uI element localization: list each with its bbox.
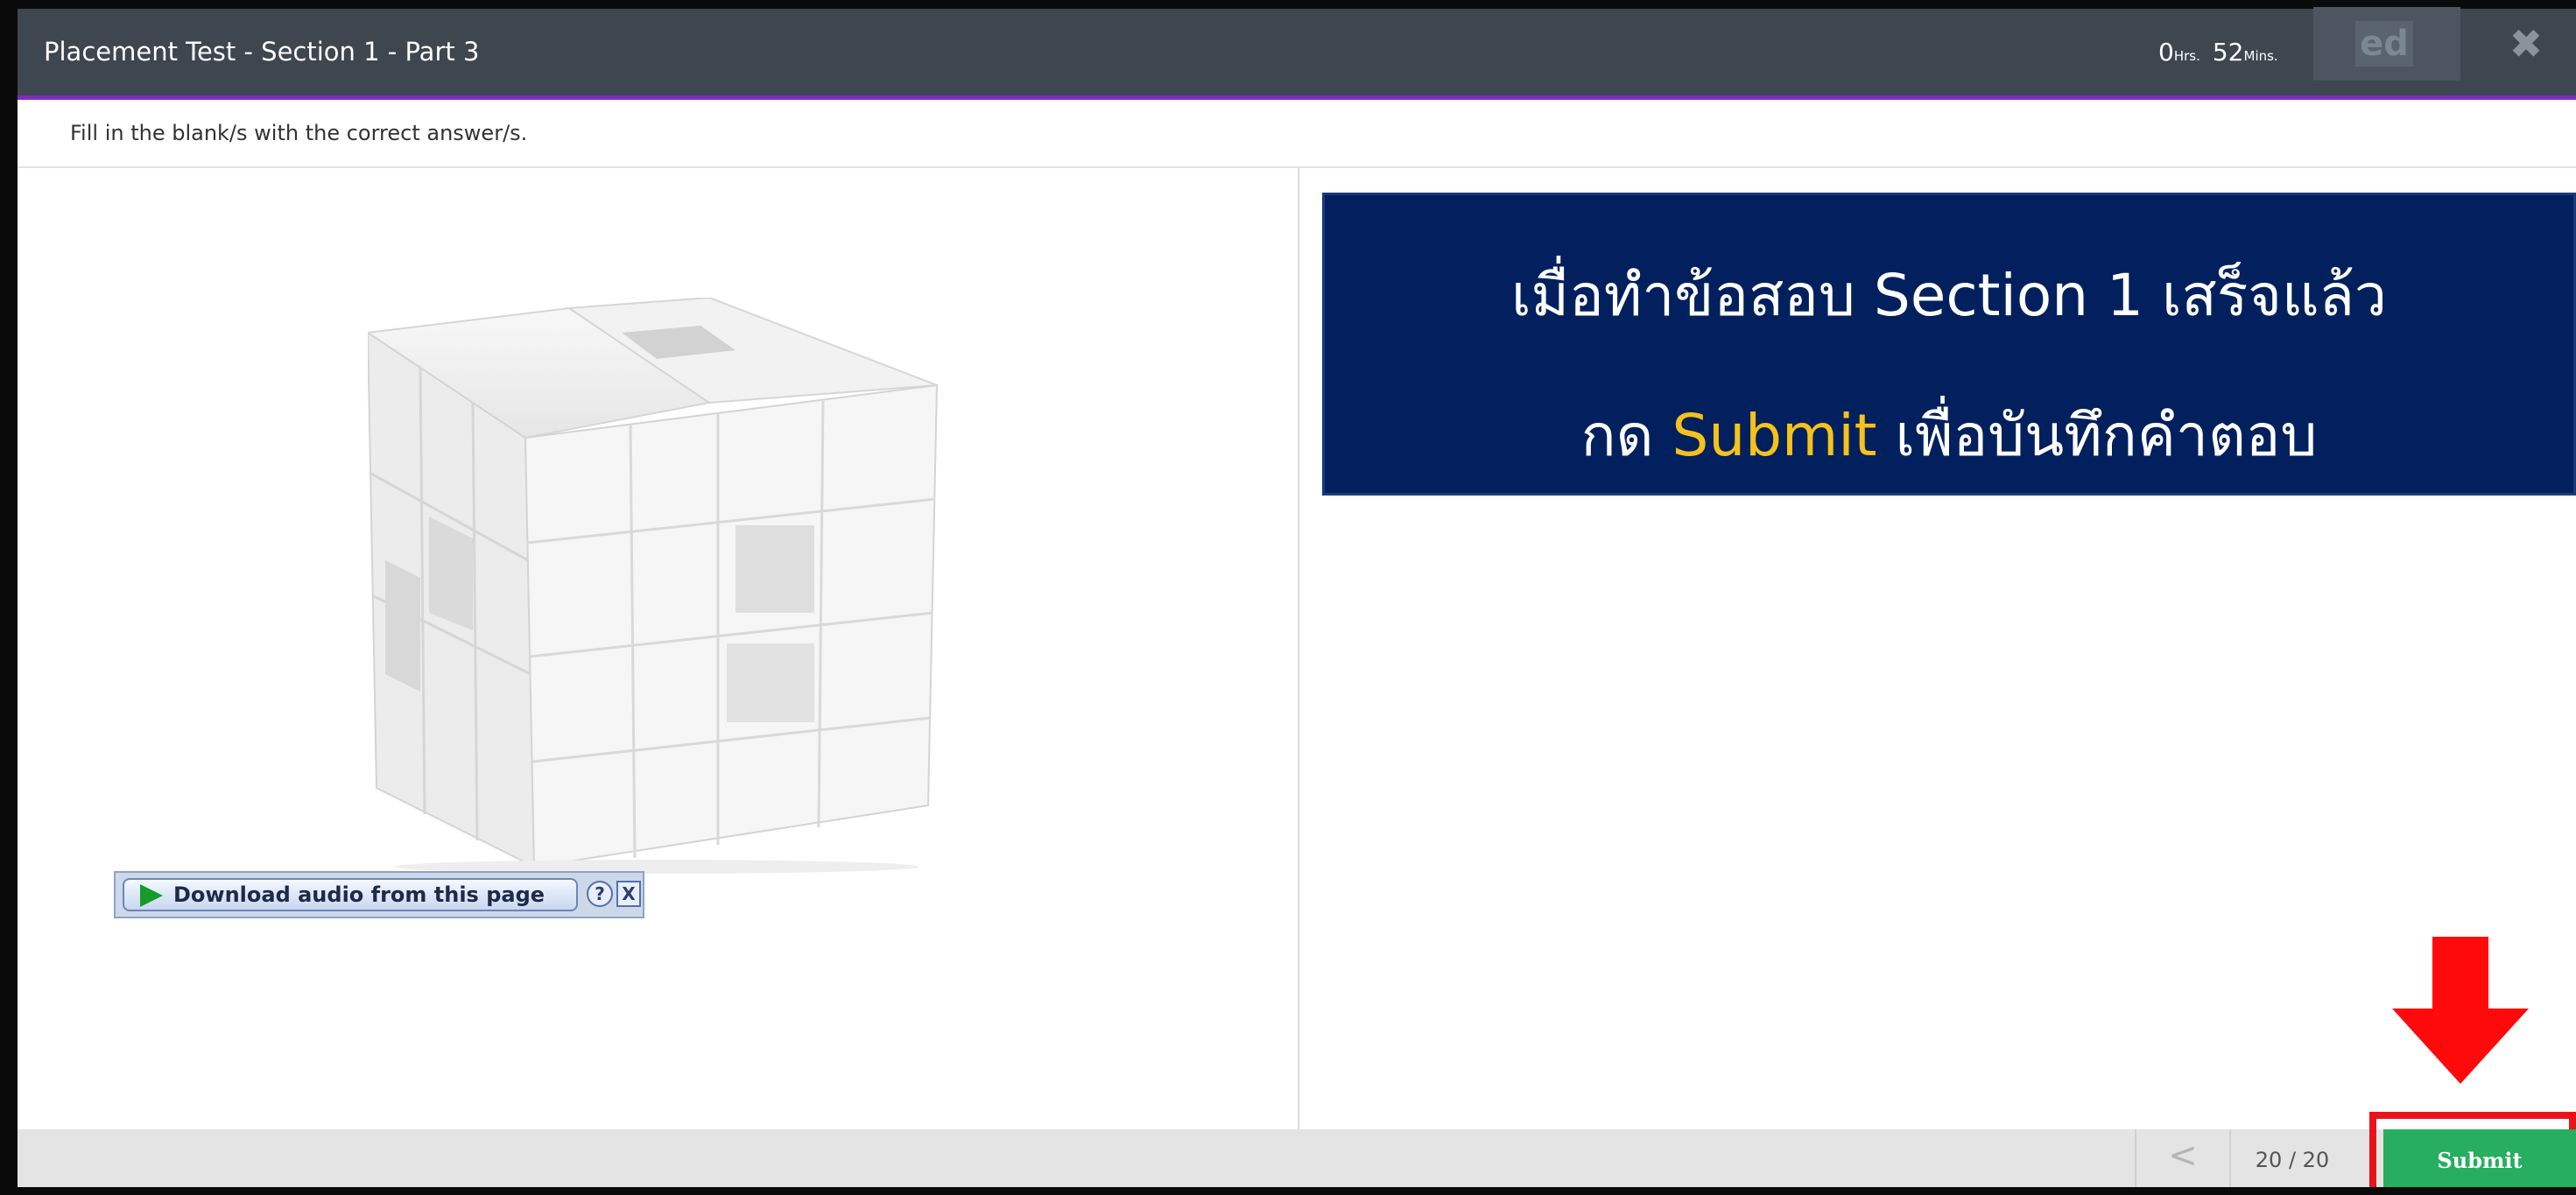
chevron-left-icon[interactable]: < [2135,1129,2231,1187]
submit-button[interactable]: Submit [2383,1129,2576,1191]
callout-line-2: กด Submit เพื่อบันทึกคำตอบ [1325,390,2573,482]
callout-submit-highlight: Submit [1672,402,1877,469]
logo: ed [2355,21,2413,67]
pane-divider [1298,168,1299,1129]
timer-minutes: 52 [2212,38,2244,67]
countdown-timer: 0Hrs. 52Mins. [2158,9,2291,95]
close-icon[interactable]: ✖ [2504,19,2548,68]
download-audio-button[interactable]: Download audio from this page [123,878,578,911]
callout-line-2-suffix: เพื่อบันทึกคำตอบ [1876,402,2318,469]
instruction-bar: Fill in the blank/s with the correct ans… [18,100,2576,168]
timer-hours: 0 [2158,38,2174,67]
footer-bar: < 20 / 20 [18,1129,2576,1187]
window-frame-bottom [0,1187,2576,1195]
instruction-callout: เมื่อทำข้อสอบ Section 1 เสร็จแล้ว กด Sub… [1322,193,2576,496]
timer-hours-unit: Hrs. [2173,48,2200,64]
instruction-text: Fill in the blank/s with the correct ans… [70,121,528,145]
audio-close-icon[interactable]: X [616,881,641,907]
window-frame-left [0,0,18,1195]
window-frame-top [0,0,2576,9]
help-icon[interactable]: ? [587,881,613,907]
callout-line-2-prefix: กด [1580,402,1672,469]
page-title: Placement Test - Section 1 - Part 3 [44,37,480,67]
timer-minutes-unit: Mins. [2243,48,2278,64]
callout-line-1: เมื่อทำข้อสอบ Section 1 เสร็จแล้ว [1511,262,2387,329]
arrow-down-icon [2392,937,2529,1084]
test-header: Placement Test - Section 1 - Part 3 0Hrs… [18,9,2576,100]
audio-download-widget: Download audio from this page ? X [114,871,644,918]
play-icon [140,884,163,907]
cube-illustration [368,298,939,874]
download-audio-label: Download audio from this page [173,882,545,907]
page-counter: 20 / 20 [2255,1148,2330,1172]
